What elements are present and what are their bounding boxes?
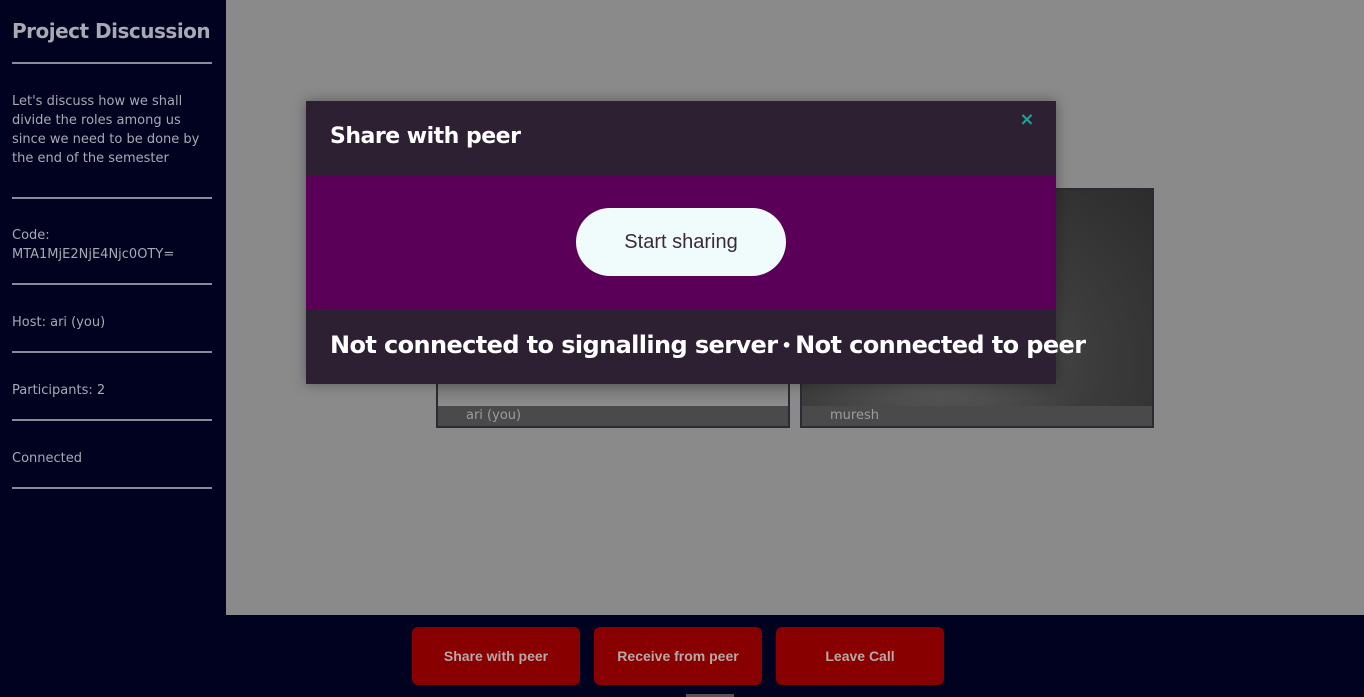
participant-name: ari (you)	[438, 406, 788, 426]
close-icon[interactable]: ×	[1019, 109, 1034, 130]
modal-header: Share with peer ×	[306, 101, 1056, 175]
divider	[12, 351, 212, 353]
share-modal: Share with peer × Start sharing Not conn…	[306, 101, 1086, 384]
participants-count: Participants: 2	[12, 383, 106, 398]
divider	[12, 487, 212, 489]
peer-status: Not connected to peer	[795, 331, 1086, 359]
participant-name: muresh	[802, 406, 1152, 426]
signalling-status: Not connected to signalling server	[330, 331, 778, 359]
divider	[12, 62, 212, 64]
share-with-peer-button[interactable]: Share with peer	[412, 627, 580, 685]
room-description: Let's discuss how we shall divide the ro…	[12, 94, 200, 166]
room-code-label: Code:	[12, 228, 50, 243]
divider	[12, 197, 212, 199]
divider	[12, 419, 212, 421]
start-sharing-button[interactable]: Start sharing	[576, 208, 786, 276]
modal-body: Start sharing	[306, 175, 1056, 309]
leave-call-button[interactable]: Leave Call	[776, 627, 944, 685]
bottom-toolbar: Share with peer Receive from peer Leave …	[0, 615, 1364, 697]
room-code-value: MTA1MjE2NjE4Njc0OTY=	[12, 247, 175, 262]
modal-status: Not connected to signalling server • Not c…	[306, 309, 1086, 384]
modal-title: Share with peer	[330, 124, 521, 149]
room-title: Project Discussion	[12, 19, 211, 43]
divider	[12, 283, 212, 285]
connection-status: Connected	[12, 451, 83, 466]
sidebar: Project Discussion Let's discuss how we …	[0, 0, 226, 615]
receive-from-peer-button[interactable]: Receive from peer	[594, 627, 762, 685]
host-info: Host: ari (you)	[12, 315, 106, 330]
separator-dot: •	[781, 336, 792, 355]
